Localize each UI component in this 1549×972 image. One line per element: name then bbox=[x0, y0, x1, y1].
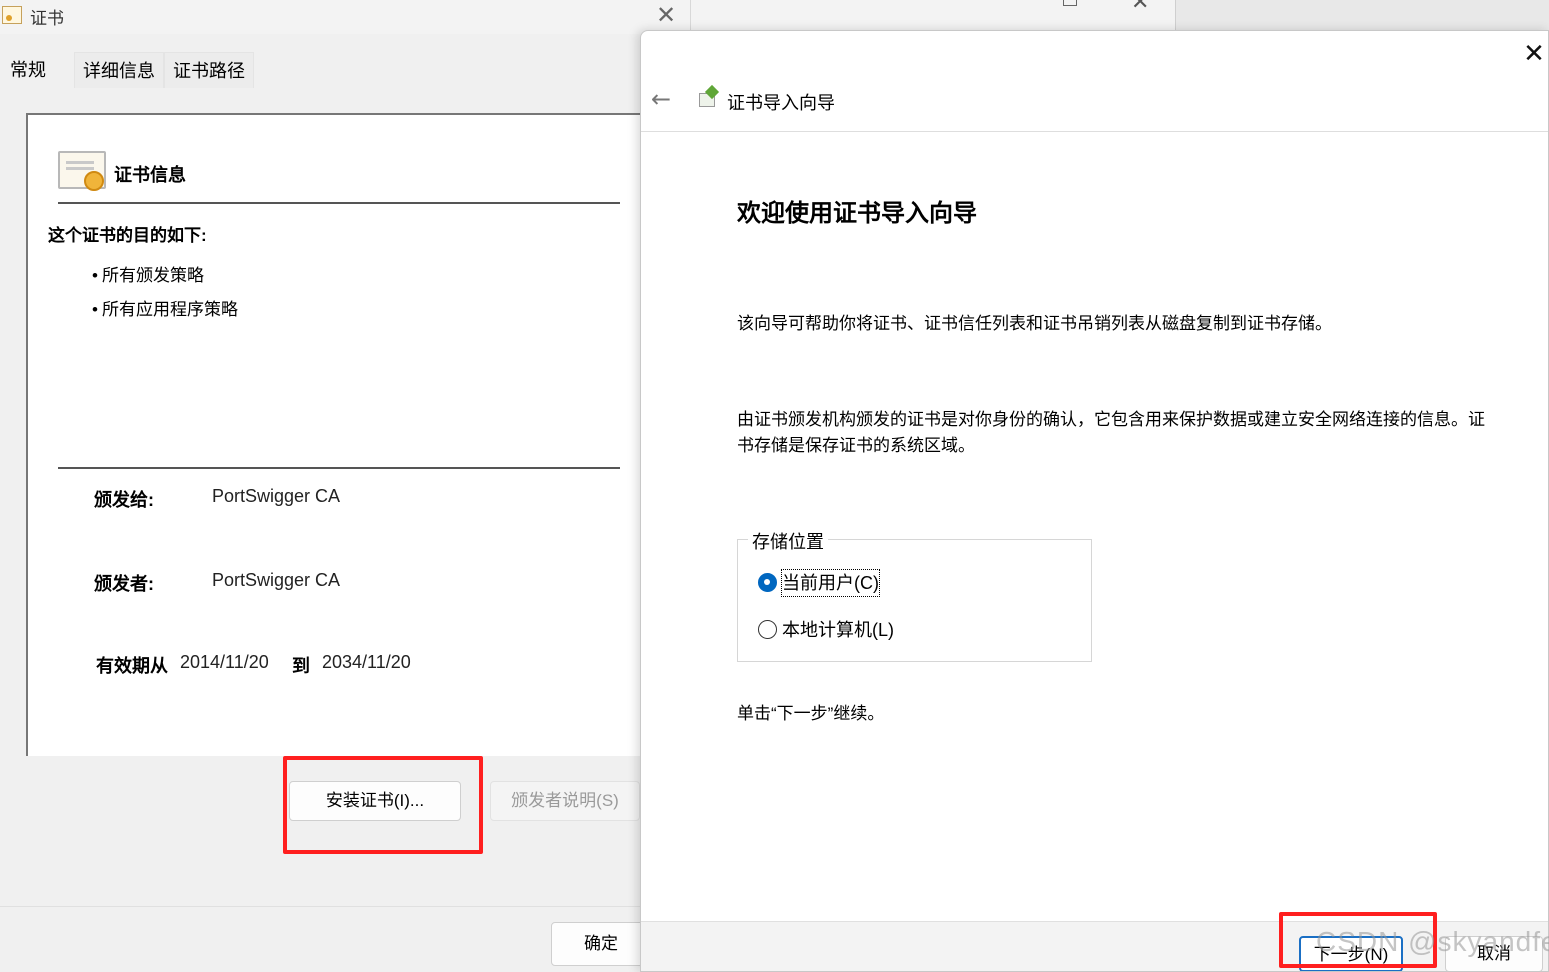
close-icon[interactable]: ✕ bbox=[650, 0, 682, 30]
validity-from: 2014/11/20 bbox=[180, 652, 269, 672]
background-window-titlebar: ✕ bbox=[690, 0, 1176, 30]
radio-label[interactable]: 当前用户(C) bbox=[781, 569, 880, 597]
continue-hint: 单击“下一步”继续。 bbox=[737, 704, 885, 723]
cert-info-panel: 证书信息 这个证书的目的如下: 所有颁发策略 所有应用程序策略 颁发给: Por… bbox=[26, 113, 666, 756]
certificate-icon bbox=[2, 6, 22, 24]
divider bbox=[58, 467, 620, 469]
divider bbox=[641, 131, 1548, 132]
wizard-heading: 欢迎使用证书导入向导 bbox=[737, 200, 977, 227]
certificate-wizard-icon bbox=[697, 84, 720, 111]
radio-button[interactable] bbox=[758, 573, 777, 592]
purpose-heading: 这个证书的目的如下: bbox=[48, 226, 207, 245]
maximize-icon[interactable] bbox=[1063, 0, 1077, 6]
cert-info-heading: 证书信息 bbox=[114, 165, 186, 185]
wizard-description: 该向导可帮助你将证书、证书信任列表和证书吊销列表从磁盘复制到证书存储。 bbox=[737, 314, 1332, 333]
issued-to-value: PortSwigger CA bbox=[212, 486, 341, 506]
validity-to-label: 到 bbox=[292, 656, 310, 676]
background-window-area bbox=[1176, 0, 1549, 30]
highlight-box-install bbox=[283, 756, 483, 854]
tab-general[interactable]: 常规 bbox=[2, 52, 54, 88]
purpose-item: 所有应用程序策略 bbox=[92, 295, 238, 320]
tab-cert-path[interactable]: 证书路径 bbox=[164, 52, 254, 88]
validity-label: 有效期从 bbox=[96, 656, 168, 676]
ok-button[interactable]: 确定 bbox=[551, 922, 651, 966]
cert-tab-bar: 常规 详细信息 证书路径 bbox=[0, 52, 690, 88]
store-location-label: 存储位置 bbox=[748, 528, 828, 554]
divider bbox=[58, 202, 620, 204]
certificate-import-wizard: ✕ ← 证书导入向导 欢迎使用证书导入向导 该向导可帮助你将证书、证书信任列表和… bbox=[640, 30, 1549, 972]
validity-to: 2034/11/20 bbox=[322, 652, 411, 672]
back-arrow-icon[interactable]: ← bbox=[651, 85, 671, 113]
issued-by-label: 颁发者: bbox=[94, 574, 154, 594]
cert-window-title: 证书 bbox=[30, 9, 64, 28]
radio-label[interactable]: 本地计算机(L) bbox=[782, 617, 894, 643]
wizard-description: 由证书颁发机构颁发的证书是对你身份的确认，它包含用来保护数据或建立安全网络连接的… bbox=[737, 410, 1485, 455]
issued-to-label: 颁发给: bbox=[94, 490, 154, 510]
wizard-title: 证书导入向导 bbox=[727, 93, 835, 113]
close-icon[interactable]: ✕ bbox=[1519, 37, 1548, 71]
divider bbox=[0, 906, 690, 907]
cert-titlebar: 证书 ✕ bbox=[0, 0, 690, 34]
radio-button[interactable] bbox=[758, 620, 777, 639]
issuer-statement-button: 颁发者说明(S) bbox=[490, 781, 640, 821]
close-icon[interactable]: ✕ bbox=[1131, 0, 1149, 15]
store-location-group: 存储位置 当前用户(C) 本地计算机(L) bbox=[737, 528, 1092, 662]
certificate-icon bbox=[58, 151, 106, 191]
watermark: CSDN @skyandfeiyu bbox=[1316, 926, 1549, 957]
purpose-item: 所有颁发策略 bbox=[92, 261, 204, 286]
issued-by-value: PortSwigger CA bbox=[212, 570, 341, 590]
tab-details[interactable]: 详细信息 bbox=[74, 52, 164, 88]
